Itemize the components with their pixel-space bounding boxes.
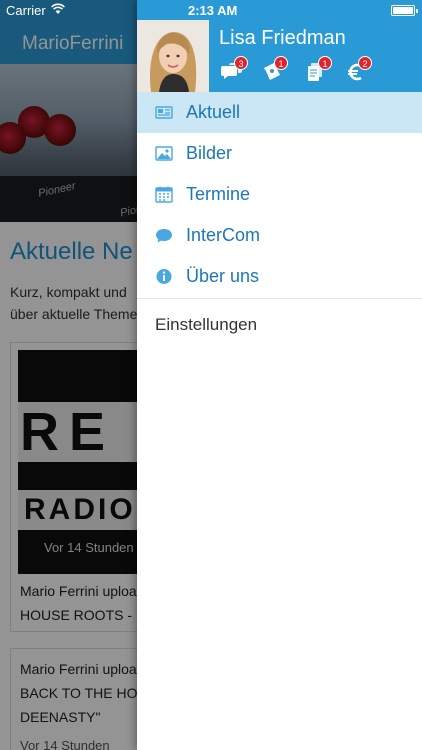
image-icon [155,145,173,162]
notification-badge: 1 [274,56,288,70]
avatar[interactable] [137,20,209,92]
status-bar: Carrier 2:13 AM [0,0,422,20]
menu-item-bilder[interactable]: Bilder [137,133,422,174]
wifi-icon [51,3,65,15]
notification-badge: 3 [234,56,248,70]
settings-label: Einstellungen [155,315,258,334]
menu-item-einstellungen[interactable]: Einstellungen [137,299,422,347]
menu-item-ueber-uns[interactable]: Über uns [137,256,422,297]
user-name: Lisa Friedman [219,27,346,49]
menu-item-termine[interactable]: Termine [137,174,422,215]
chat-bubble-icon [155,227,173,244]
notification-badge: 2 [358,56,372,70]
menu-item-aktuell[interactable]: Aktuell [137,92,422,133]
newspaper-icon [155,104,173,121]
battery-icon [391,5,418,16]
chat-icon-button[interactable]: 3 [221,56,248,84]
menu-item-label: Über uns [186,266,260,286]
documents-icon-button[interactable]: 1 [305,56,332,84]
drawer-menu: Aktuell Bilder Termine InterCom Über uns [137,92,422,347]
ticket-icon-button[interactable]: 1 [261,56,288,84]
euro-icon-button[interactable]: 2 [345,56,372,84]
menu-item-label: Termine [186,184,251,204]
menu-item-label: InterCom [186,225,261,245]
carrier-label: Carrier [6,3,46,18]
menu-item-label: Bilder [186,143,233,163]
menu-item-label: Aktuell [186,102,241,122]
notification-badge: 1 [318,56,332,70]
info-icon [155,268,173,285]
clock: 2:13 AM [188,3,238,18]
calendar-icon [155,186,173,203]
menu-item-intercom[interactable]: InterCom [137,215,422,256]
side-drawer: Lisa Friedman 3 1 1 2 Aktuell Bilder Ter… [137,0,422,750]
